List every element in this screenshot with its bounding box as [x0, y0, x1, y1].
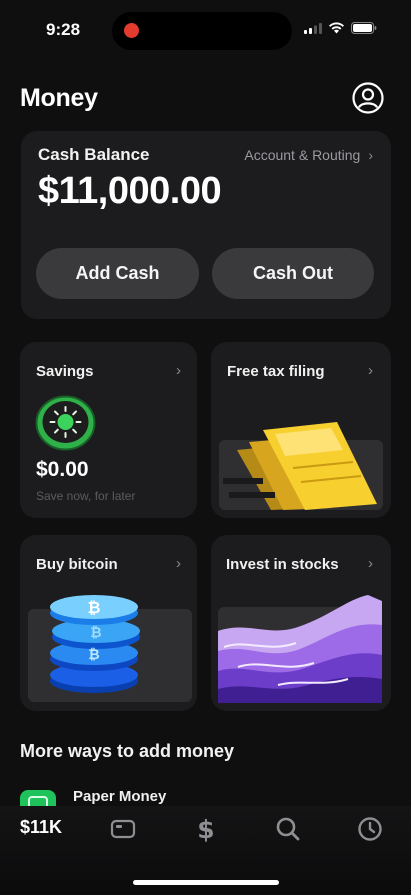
free-tax-filing-title: Free tax filing [227, 363, 325, 380]
bitcoin-coins-illustration: ₿ ₿ ₿ [28, 595, 192, 702]
card-icon[interactable] [109, 815, 137, 843]
cash-balance-amount: $11,000.00 [38, 170, 222, 212]
svg-text:₿: ₿ [87, 598, 100, 617]
dynamic-island [112, 12, 292, 50]
recording-indicator-icon [124, 23, 139, 38]
savings-sun-icon [35, 395, 96, 451]
more-ways-heading: More ways to add money [20, 741, 235, 761]
profile-icon[interactable] [352, 82, 384, 114]
home-indicator [133, 880, 279, 885]
cellular-signal-icon [304, 22, 322, 34]
invest-in-stocks-title: Invest in stocks [226, 556, 339, 573]
cash-out-button[interactable]: Cash Out [212, 248, 374, 299]
page-title: Money [20, 84, 98, 112]
activity-clock-icon[interactable] [356, 815, 384, 843]
search-icon[interactable] [274, 815, 302, 843]
savings-amount: $0.00 [36, 458, 89, 481]
chevron-right-icon: › [368, 362, 373, 379]
status-icons [304, 22, 377, 34]
dollar-icon[interactable]: $ [192, 815, 220, 843]
savings-title: Savings [36, 363, 94, 380]
wifi-icon [329, 22, 344, 34]
status-time: 9:28 [46, 20, 81, 39]
add-cash-button[interactable]: Add Cash [36, 248, 199, 299]
svg-text:₿: ₿ [90, 625, 101, 641]
stocks-waves-illustration [218, 595, 382, 703]
account-routing-link[interactable]: Account & Routing › [244, 147, 373, 163]
paper-money-item[interactable]: Paper Money [73, 788, 166, 805]
tax-documents-illustration [219, 422, 383, 510]
buy-bitcoin-title: Buy bitcoin [36, 556, 118, 573]
cash-balance-label: Cash Balance [38, 145, 150, 164]
chevron-right-icon: › [176, 362, 181, 379]
chevron-right-icon: › [368, 555, 373, 572]
chevron-right-icon: › [176, 555, 181, 572]
savings-subtitle: Save now, for later [36, 489, 136, 503]
chevron-right-icon: › [368, 147, 373, 163]
svg-text:$: $ [197, 815, 214, 843]
account-routing-label: Account & Routing [244, 147, 361, 163]
svg-text:₿: ₿ [88, 647, 99, 663]
tab-money[interactable]: $11K [20, 817, 62, 838]
battery-icon [351, 22, 377, 34]
